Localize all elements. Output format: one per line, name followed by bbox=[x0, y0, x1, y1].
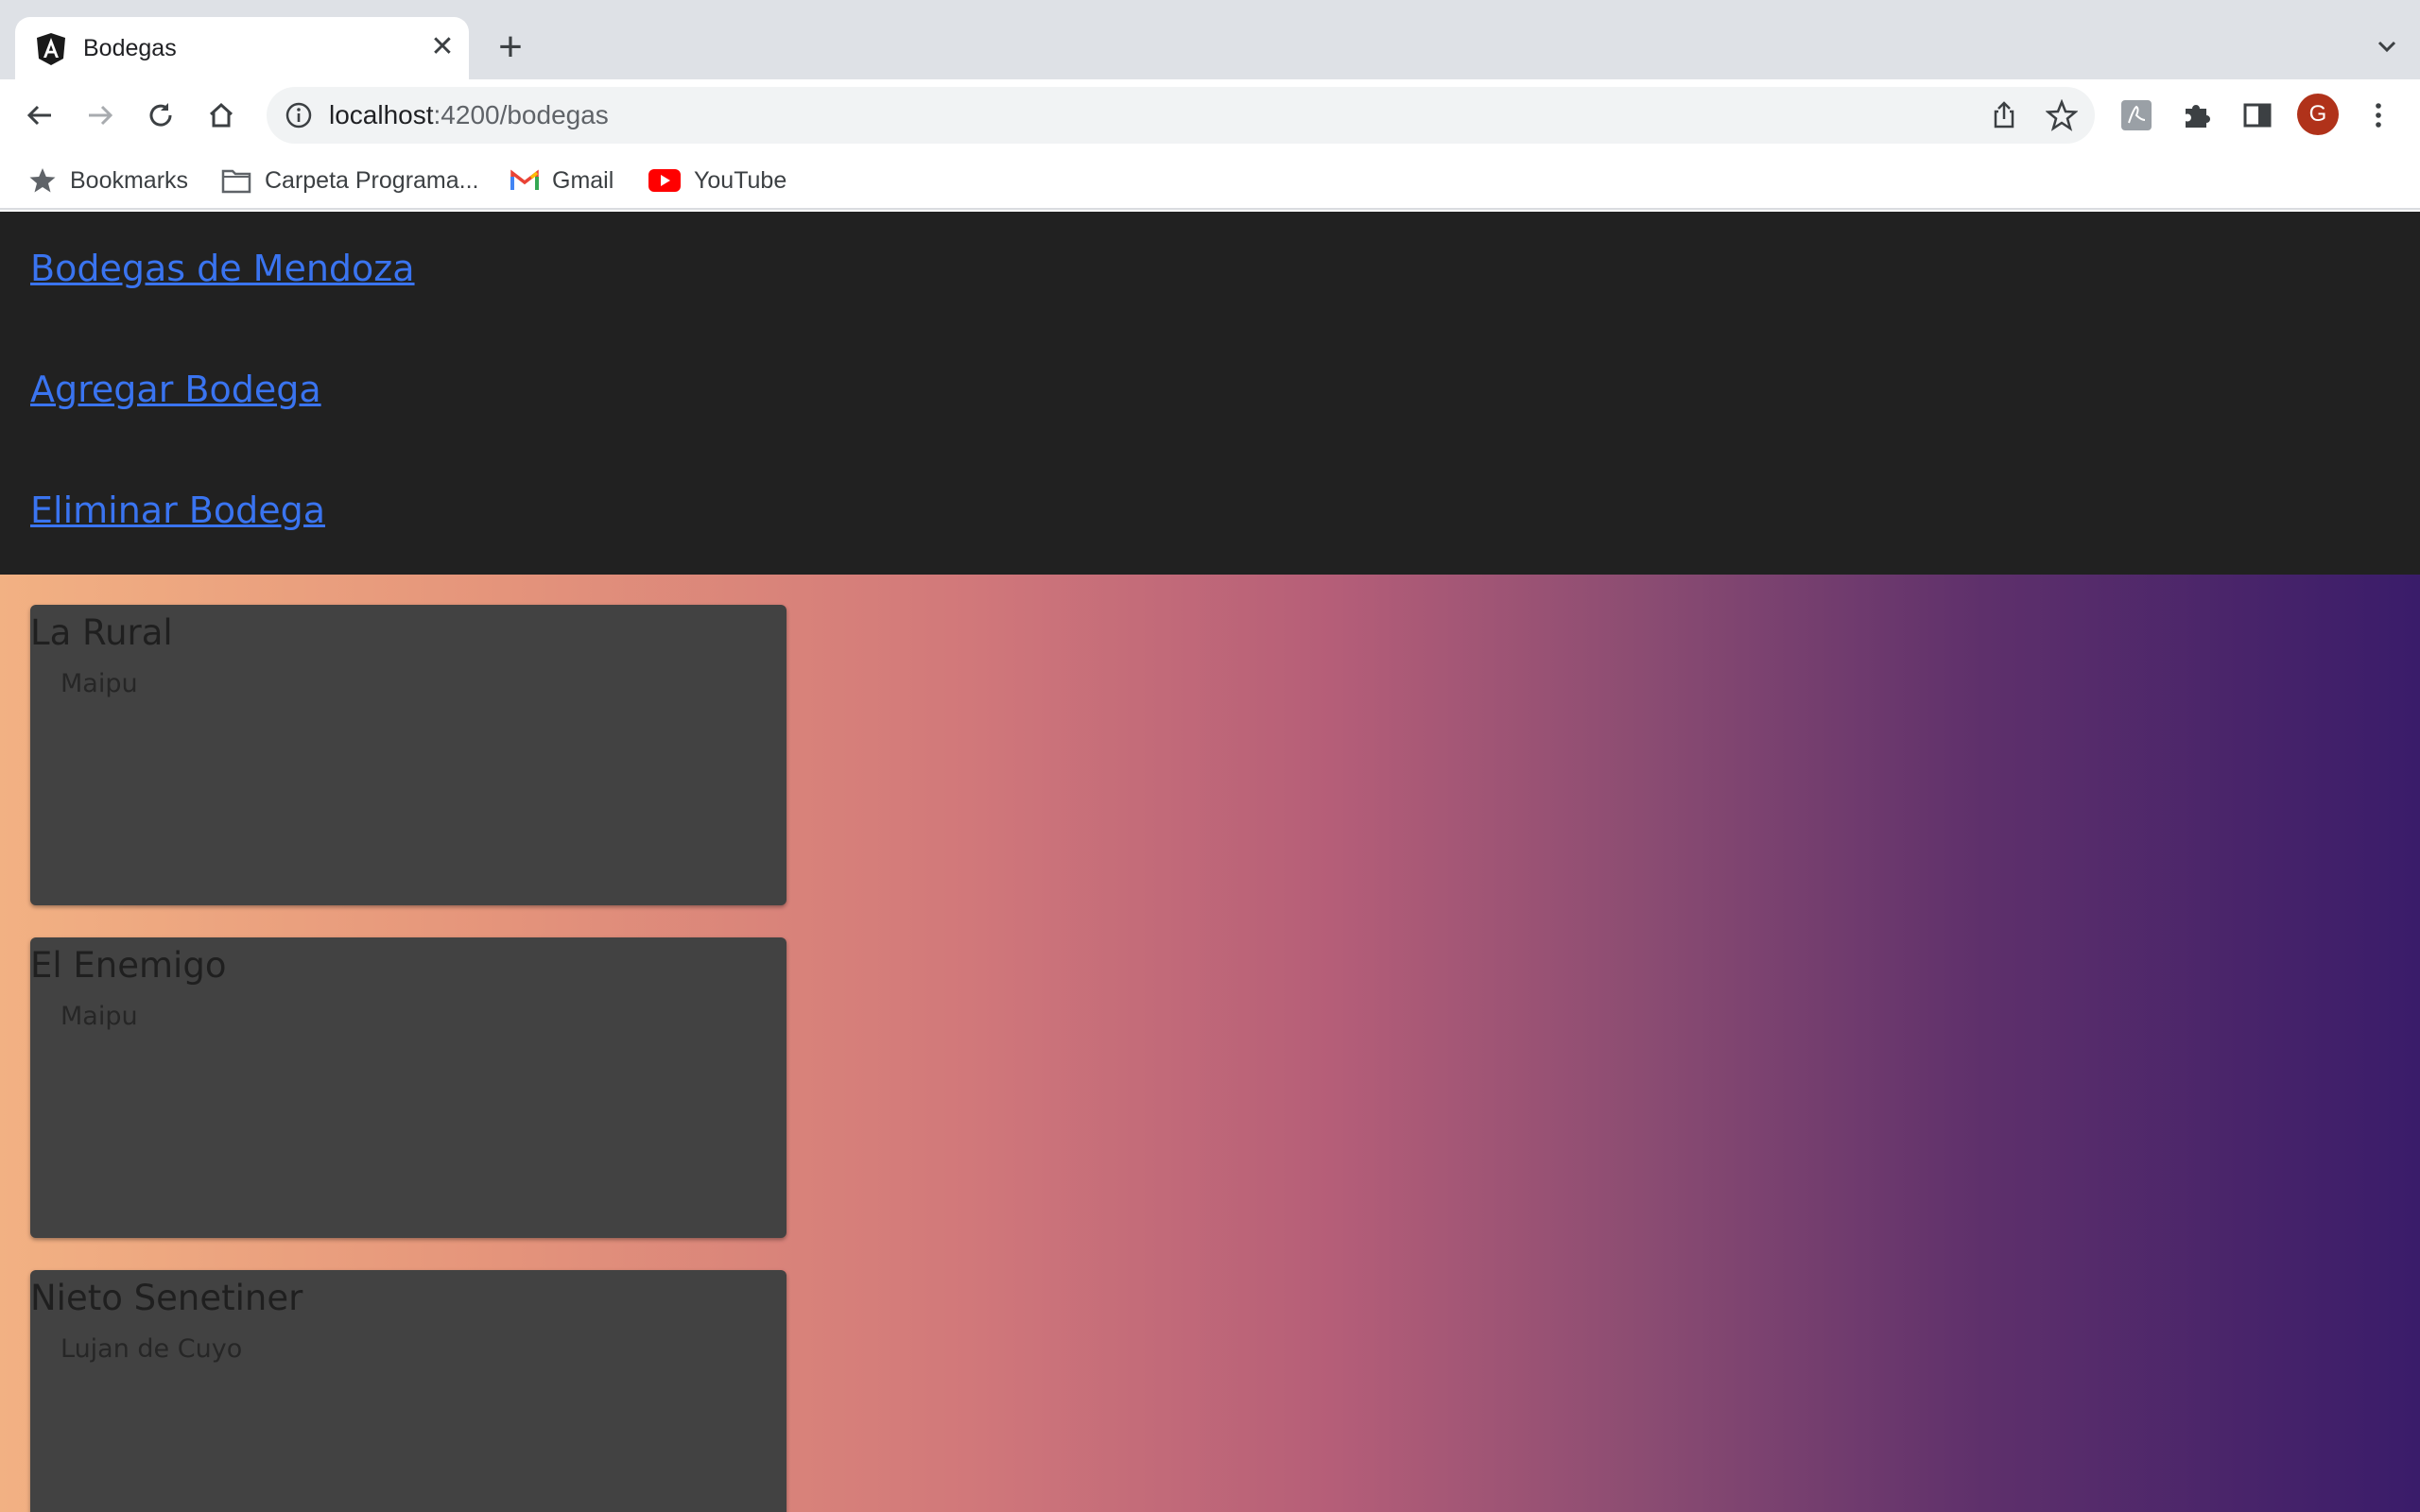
nav-link-agregar-bodega[interactable]: Agregar Bodega bbox=[30, 369, 321, 410]
bookmark-bookmarks[interactable]: Bookmarks bbox=[28, 164, 188, 197]
tab-search-chevron-icon[interactable] bbox=[2373, 32, 2401, 60]
site-info-icon[interactable] bbox=[284, 100, 314, 130]
bodega-name: Nieto Senetiner bbox=[30, 1278, 303, 1318]
bodega-name: El Enemigo bbox=[30, 945, 227, 986]
page-viewport: Bodegas de Mendoza Agregar Bodega Elimin… bbox=[0, 212, 2420, 1512]
bookmark-carpeta[interactable]: Carpeta Programa... bbox=[221, 164, 479, 197]
url-text: localhost:4200/bodegas bbox=[329, 100, 609, 129]
home-icon bbox=[209, 102, 233, 128]
home-button[interactable] bbox=[199, 93, 244, 138]
bodega-card[interactable]: La Rural Maipu bbox=[30, 605, 786, 905]
share-icon[interactable] bbox=[1989, 100, 2019, 130]
bookmark-star-icon[interactable] bbox=[2046, 99, 2078, 131]
nav-link-bodegas-de-mendoza[interactable]: Bodegas de Mendoza bbox=[30, 248, 415, 289]
forward-arrow-icon bbox=[89, 105, 113, 126]
puzzle-icon bbox=[2186, 105, 2210, 128]
bodega-card[interactable]: Nieto Senetiner Lujan de Cuyo bbox=[30, 1270, 786, 1512]
nav-link-eliminar-bodega[interactable]: Eliminar Bodega bbox=[30, 490, 325, 531]
reload-icon bbox=[149, 103, 172, 127]
pdf-extension-button[interactable] bbox=[2114, 93, 2159, 138]
side-panel-button[interactable] bbox=[2235, 93, 2280, 138]
app-navbar: Bodegas de Mendoza Agregar Bodega Elimin… bbox=[0, 212, 2420, 575]
browser-tab-active[interactable]: Bodegas ✕ bbox=[15, 17, 469, 79]
bookmarks-bar: Bookmarks Carpeta Programa... Gmail YouT… bbox=[0, 151, 2420, 210]
angular-icon bbox=[37, 33, 65, 65]
pdf-extension-icon bbox=[2121, 100, 2152, 130]
extensions-button[interactable] bbox=[2174, 93, 2220, 138]
more-vert-icon bbox=[2376, 103, 2381, 128]
bookmark-youtube[interactable]: YouTube bbox=[648, 164, 786, 197]
bodega-location: Maipu bbox=[60, 669, 138, 698]
tab-close-icon[interactable]: ✕ bbox=[425, 30, 459, 64]
browser-toolbar: localhost:4200/bodegas G bbox=[0, 79, 2420, 151]
forward-button[interactable] bbox=[78, 93, 123, 138]
folder-icon bbox=[221, 169, 251, 194]
back-button[interactable] bbox=[17, 93, 62, 138]
gmail-icon bbox=[510, 169, 539, 190]
side-panel-icon bbox=[2243, 103, 2272, 128]
bodega-location: Lujan de Cuyo bbox=[60, 1334, 243, 1364]
bodegas-list: La Rural Maipu El Enemigo Maipu Nieto Se… bbox=[0, 575, 2420, 1512]
tab-strip: Bodegas ✕ + bbox=[0, 0, 2420, 79]
new-tab-icon[interactable]: + bbox=[490, 26, 531, 68]
browser-menu-button[interactable] bbox=[2356, 93, 2401, 138]
bodega-name: La Rural bbox=[30, 612, 173, 653]
star-icon bbox=[29, 168, 56, 193]
address-bar[interactable]: localhost:4200/bodegas bbox=[267, 87, 2095, 144]
back-arrow-icon bbox=[26, 105, 51, 126]
reload-button[interactable] bbox=[138, 93, 183, 138]
bodega-card[interactable]: El Enemigo Maipu bbox=[30, 937, 786, 1238]
bookmark-gmail[interactable]: Gmail bbox=[510, 164, 614, 197]
bodega-location: Maipu bbox=[60, 1002, 138, 1031]
profile-avatar[interactable]: G bbox=[2297, 94, 2339, 135]
tab-title: Bodegas bbox=[83, 35, 177, 61]
youtube-icon bbox=[648, 169, 681, 192]
